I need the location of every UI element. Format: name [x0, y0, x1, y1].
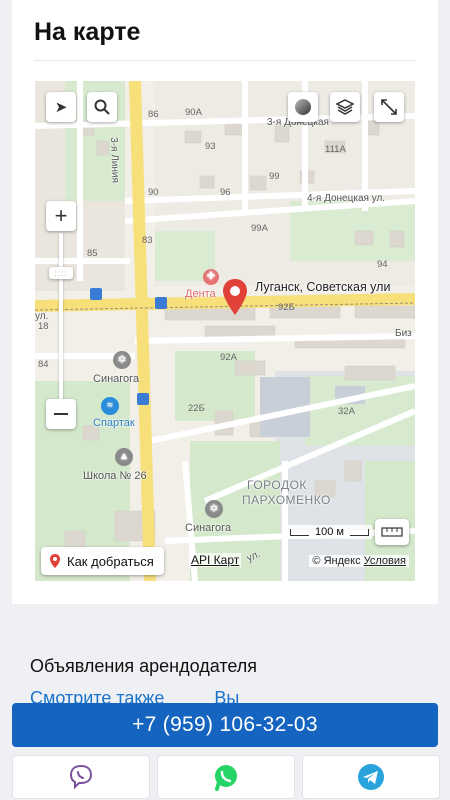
- poi-synagogue[interactable]: ✡ Синагога: [93, 351, 139, 385]
- house-number: 92А: [220, 352, 237, 363]
- zoom-in-button[interactable]: +: [46, 201, 76, 231]
- house-number: 85: [87, 248, 98, 259]
- landlord-listings-title: Объявления арендодателя: [30, 656, 258, 676]
- street-label: Биз: [395, 328, 412, 339]
- whatsapp-icon: [215, 765, 237, 791]
- house-number: 99А: [251, 223, 268, 234]
- star-of-david-icon: ✡: [205, 500, 223, 518]
- layers-icon: [336, 99, 354, 115]
- house-number: 32А: [338, 406, 355, 417]
- map-copyright: © Яндекс Условия: [309, 555, 409, 567]
- traffic-button[interactable]: [288, 92, 318, 122]
- fullscreen-icon: [381, 99, 397, 115]
- district-label: ГОРОДОК: [247, 478, 307, 492]
- zoom-in-icon: +: [54, 203, 68, 228]
- bus-stop-icon[interactable]: [90, 288, 102, 300]
- layers-button[interactable]: [330, 92, 360, 122]
- divider: [34, 60, 416, 61]
- bus-stop-icon[interactable]: [155, 297, 167, 309]
- phone-number: +7 (959) 106-32-03: [132, 713, 318, 736]
- route-button[interactable]: Как добраться: [41, 547, 164, 575]
- poi-school[interactable]: ▲ Школа № 26: [83, 448, 147, 482]
- poi-dental[interactable]: ✚ Дента: [185, 269, 219, 300]
- district-label: ПАРХОМЕНКО: [242, 493, 331, 507]
- marker-address: Луганск, Советская ули: [255, 280, 391, 294]
- viber-button[interactable]: [12, 755, 150, 799]
- street-label: 4-я Донецкая ул.: [307, 193, 386, 204]
- house-number: 22Б: [188, 403, 205, 414]
- terms-link[interactable]: Условия: [364, 555, 406, 567]
- ruler-icon: [381, 527, 403, 537]
- map-scale: 100 м: [287, 525, 372, 539]
- house-number: 111А: [325, 144, 346, 155]
- call-button[interactable]: +7 (959) 106-32-03: [12, 703, 438, 747]
- map-view[interactable]: 3-я Донецкая 4-я Донецкая ул. 3-я Линия …: [35, 81, 415, 581]
- zoom-slider-thumb[interactable]: ::::: [49, 267, 73, 279]
- telegram-icon: [358, 764, 384, 790]
- house-number: 86: [148, 109, 159, 120]
- street-label: 3-я Линия: [108, 137, 121, 184]
- house-number: 96: [220, 187, 231, 198]
- whatsapp-button[interactable]: [157, 755, 295, 799]
- poi-spartak[interactable]: ≈ Спартак: [93, 397, 135, 429]
- house-number: 94: [377, 259, 388, 270]
- zoom-slider-track[interactable]: [59, 233, 63, 399]
- scale-bar-icon: [290, 528, 309, 536]
- map-base: [35, 81, 415, 581]
- ruler-button[interactable]: [375, 519, 409, 545]
- house-number: 90: [148, 187, 159, 198]
- viber-icon: [69, 764, 93, 790]
- house-number: 93: [205, 141, 216, 152]
- location-arrow-icon: ➤: [54, 99, 68, 116]
- search-icon: [94, 99, 110, 115]
- swimming-icon: ≈: [101, 397, 119, 415]
- zoom-out-button[interactable]: [46, 399, 76, 429]
- route-pin-icon: [50, 554, 60, 568]
- school-icon: ▲: [115, 448, 133, 466]
- star-of-david-icon: ✡: [113, 351, 131, 369]
- fullscreen-button[interactable]: [374, 92, 404, 122]
- poi-synagogue-2[interactable]: ✡ Синагога: [185, 500, 231, 534]
- location-button[interactable]: ➤: [46, 92, 76, 122]
- search-button[interactable]: [87, 92, 117, 122]
- zoom-out-icon: [54, 413, 68, 415]
- house-number: 92Б: [278, 302, 295, 313]
- api-maps-link[interactable]: API Карт: [189, 553, 242, 567]
- section-title: На карте: [34, 18, 141, 46]
- house-number: 90А: [185, 107, 202, 118]
- house-number: 99: [269, 171, 280, 182]
- map-pin-icon[interactable]: [221, 277, 249, 317]
- house-number: 83: [142, 235, 153, 246]
- grip-icon: ::::: [54, 268, 68, 278]
- zoom-control[interactable]: + ::::: [46, 201, 76, 431]
- telegram-button[interactable]: [302, 755, 440, 799]
- bus-stop-icon[interactable]: [137, 393, 149, 405]
- tooth-icon: ✚: [203, 269, 219, 285]
- traffic-icon: [295, 99, 311, 115]
